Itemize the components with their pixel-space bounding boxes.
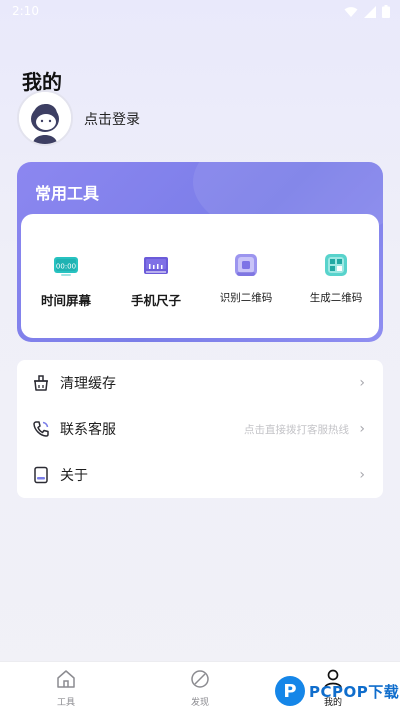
tool-generate-qr[interactable]: 生成二维码 — [291, 252, 381, 305]
leaf-icon — [191, 670, 209, 688]
phone-icon — [33, 421, 49, 437]
scan-qr-icon — [235, 254, 257, 276]
tool-time-screen[interactable]: 00:00 时间屏幕 — [21, 252, 111, 309]
menu-item-about[interactable]: 关于 › — [17, 452, 383, 498]
signal-icon — [364, 5, 376, 18]
tool-label: 时间屏幕 — [40, 293, 91, 308]
home-icon — [57, 670, 75, 688]
tool-label: 识别二维码 — [219, 292, 273, 304]
tab-label: 工具 — [56, 698, 75, 708]
menu-list: 清理缓存 › 联系客服 点击直接拨打客服热线 › 关于 › — [17, 360, 383, 498]
menu-item-label: 清理缓存 — [60, 376, 116, 392]
avatar-icon — [19, 92, 71, 144]
tools-title: 常用工具 — [35, 184, 100, 203]
status-icons — [344, 5, 390, 18]
status-bar: 2:10 — [0, 0, 400, 24]
chevron-right-icon: › — [359, 467, 365, 483]
watermark: P PCPOP下载 — [275, 674, 399, 708]
tool-label: 生成二维码 — [309, 292, 363, 304]
ruler-icon — [144, 257, 168, 274]
clock-screen-icon: 00:00 — [54, 257, 78, 276]
status-time: 2:10 — [12, 4, 39, 18]
avatar[interactable] — [17, 90, 73, 146]
menu-item-clear-cache[interactable]: 清理缓存 › — [17, 360, 383, 406]
tab-tools[interactable]: 工具 — [36, 668, 96, 708]
login-link[interactable]: 点击登录 — [84, 109, 140, 129]
menu-item-contact-service[interactable]: 联系客服 点击直接拨打客服热线 › — [17, 406, 383, 452]
clock-text: 00:00 — [56, 263, 76, 271]
info-icon — [34, 466, 48, 484]
tab-label: 发现 — [190, 698, 209, 708]
generate-qr-icon — [325, 254, 347, 276]
broom-icon — [34, 375, 48, 391]
menu-item-label: 联系客服 — [60, 422, 116, 438]
chevron-right-icon: › — [359, 375, 365, 391]
tool-label: 手机尺子 — [130, 293, 181, 308]
watermark-logo: P — [275, 676, 305, 706]
tool-scan-qr[interactable]: 识别二维码 — [201, 252, 291, 305]
wifi-icon — [344, 6, 358, 17]
chevron-right-icon: › — [359, 421, 365, 437]
menu-item-hint: 点击直接拨打客服热线 — [244, 423, 349, 436]
tools-card: 常用工具 00:00 时间屏幕 手机尺子 识别二维码 生成二维码 — [17, 162, 383, 342]
watermark-text: PCPOP下载 — [309, 682, 400, 701]
menu-item-label: 关于 — [60, 468, 88, 484]
battery-icon — [382, 5, 390, 18]
tool-ruler[interactable]: 手机尺子 — [111, 252, 201, 309]
tools-grid: 00:00 时间屏幕 手机尺子 识别二维码 生成二维码 — [21, 214, 379, 338]
tab-discover[interactable]: 发现 — [170, 668, 230, 708]
